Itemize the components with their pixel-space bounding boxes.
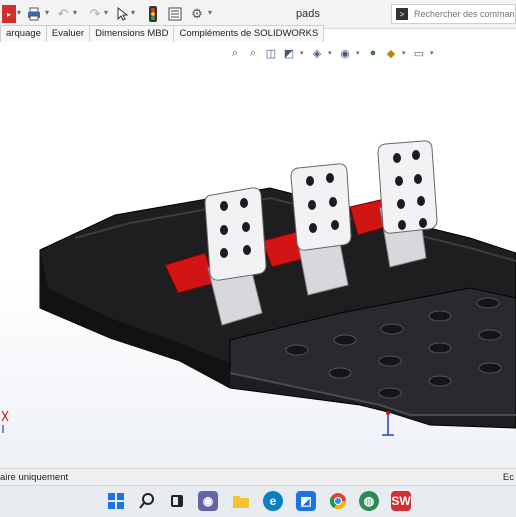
command-prompt-icon: > bbox=[396, 8, 408, 20]
pad-hole bbox=[220, 248, 228, 258]
grip-hole bbox=[378, 355, 402, 367]
status-bar: aire uniquement Ec bbox=[0, 468, 516, 486]
pad-hole bbox=[412, 150, 420, 160]
caret-down-icon[interactable]: ▾ bbox=[17, 8, 21, 17]
file-properties-icon[interactable] bbox=[166, 5, 184, 23]
pedal-model bbox=[1, 140, 516, 436]
windows-start-icon[interactable] bbox=[106, 491, 126, 511]
pad-hole bbox=[220, 201, 228, 211]
search-input[interactable] bbox=[414, 9, 514, 19]
grip-hole bbox=[478, 362, 502, 374]
clutch-pad bbox=[204, 187, 267, 281]
pad-hole bbox=[326, 173, 334, 183]
brake-pad bbox=[290, 163, 352, 251]
caret-down-icon[interactable]: ▾ bbox=[73, 8, 77, 17]
pad-hole bbox=[395, 176, 403, 186]
grip-hole bbox=[285, 344, 309, 356]
undo-icon[interactable]: ↶ bbox=[54, 5, 72, 23]
pad-hole bbox=[414, 174, 422, 184]
window-title: pads bbox=[296, 8, 320, 20]
status-left-text: aire uniquement bbox=[0, 472, 69, 483]
pad-hole bbox=[309, 223, 317, 233]
windows-taskbar: ◉ e ◩ ◍ SW bbox=[0, 485, 516, 517]
grip-hole bbox=[476, 297, 500, 309]
print-icon[interactable] bbox=[25, 5, 43, 23]
options-gear-icon[interactable]: ⚙ bbox=[188, 5, 206, 23]
pad-hole bbox=[329, 197, 337, 207]
caret-down-icon[interactable]: ▾ bbox=[208, 8, 212, 17]
store-icon[interactable]: ◩ bbox=[296, 491, 316, 511]
redo-icon[interactable]: ↷ bbox=[86, 5, 104, 23]
tab-marquage[interactable]: arquage bbox=[0, 25, 47, 42]
select-arrow-icon[interactable] bbox=[113, 5, 131, 23]
tab-evaluer[interactable]: Evaluer bbox=[45, 25, 91, 42]
pad-hole bbox=[393, 153, 401, 163]
traffic-light-icon[interactable] bbox=[144, 5, 162, 23]
pad-hole bbox=[220, 225, 228, 235]
pad-hole bbox=[417, 196, 425, 206]
pad-hole bbox=[419, 218, 427, 228]
grip-hole bbox=[428, 375, 452, 387]
grip-hole bbox=[478, 329, 502, 341]
pad-hole bbox=[331, 220, 339, 230]
tab-dimensions-mbd[interactable]: Dimensions MBD bbox=[89, 25, 175, 42]
grip-hole bbox=[428, 310, 452, 322]
caret-down-icon[interactable]: ▾ bbox=[104, 8, 108, 17]
caret-down-icon[interactable]: ▾ bbox=[131, 8, 135, 17]
file-explorer-icon[interactable] bbox=[231, 491, 251, 511]
chrome-icon[interactable] bbox=[328, 491, 348, 511]
pad-hole bbox=[306, 176, 314, 186]
caret-down-icon[interactable]: ▾ bbox=[45, 8, 49, 17]
throttle-pad bbox=[377, 140, 438, 234]
graphics-viewport[interactable]: ⌕ ⌕ ◫ ◩ ▾ ◈ ▾ ◉ ▾ ● ◆ ▾ ▭ ▾ bbox=[0, 43, 516, 468]
origin-triad bbox=[382, 411, 394, 436]
grip-hole bbox=[333, 334, 357, 346]
task-view-icon[interactable] bbox=[167, 491, 187, 511]
pad-hole bbox=[398, 220, 406, 230]
solidworks-icon[interactable]: SW bbox=[391, 491, 411, 511]
command-search[interactable]: > bbox=[391, 4, 516, 24]
status-right-text: Ec bbox=[502, 472, 514, 483]
command-manager-tabs: arquage Evaluer Dimensions MBD Complémen… bbox=[0, 25, 325, 43]
edge-icon[interactable]: e bbox=[263, 491, 283, 511]
grip-hole bbox=[328, 367, 352, 379]
tab-complements-solidworks[interactable]: Compléments de SOLIDWORKS bbox=[173, 25, 325, 42]
grip-hole bbox=[428, 342, 452, 354]
grip-hole bbox=[378, 387, 402, 399]
pad-hole bbox=[242, 222, 250, 232]
teams-chat-icon[interactable]: ◉ bbox=[198, 491, 218, 511]
grip-hole bbox=[380, 323, 404, 335]
search-icon[interactable] bbox=[137, 491, 157, 511]
pad-hole bbox=[397, 199, 405, 209]
coordinate-axes-icon bbox=[1, 410, 9, 433]
pad-hole bbox=[243, 245, 251, 255]
solidworks-menu-icon[interactable]: ▸ bbox=[2, 5, 16, 23]
pad-hole bbox=[308, 200, 316, 210]
maps-icon[interactable]: ◍ bbox=[359, 491, 379, 511]
pad-hole bbox=[240, 198, 248, 208]
